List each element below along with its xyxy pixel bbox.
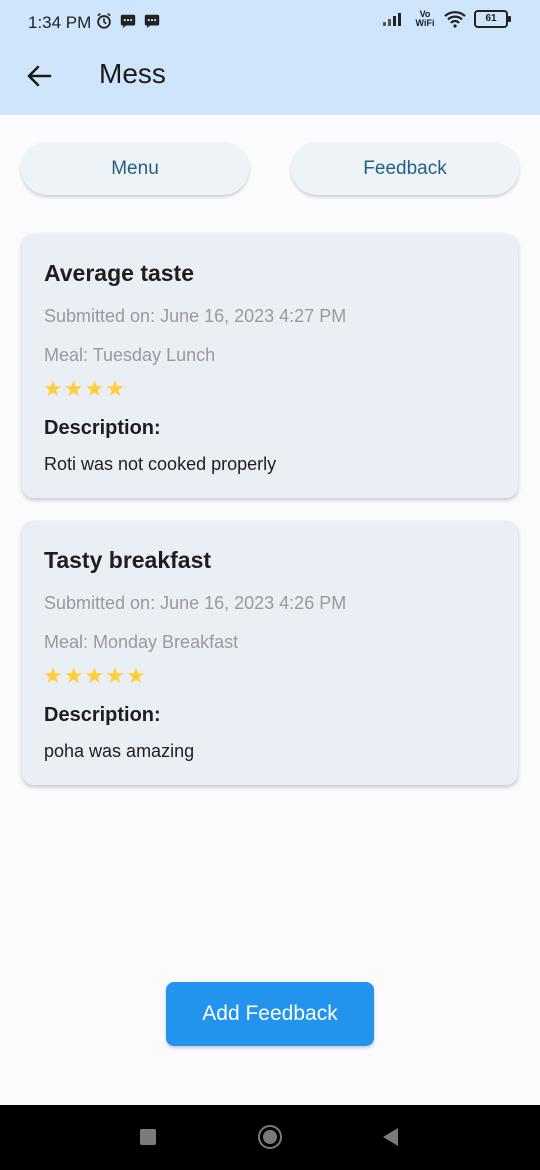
tab-feedback[interactable]: Feedback xyxy=(291,142,519,195)
description-text: poha was amazing xyxy=(44,741,195,761)
submitted-date: Submitted on: June 16, 2023 4:26 PM xyxy=(44,593,347,613)
signal-icon xyxy=(383,13,401,26)
feedback-title: Tasty breakfast xyxy=(44,547,212,573)
alarm-icon xyxy=(97,13,111,29)
star-icon: ★ xyxy=(105,376,125,401)
home-icon[interactable] xyxy=(258,1125,282,1149)
meal-label: Meal: Tuesday Lunch xyxy=(44,345,216,365)
star-icon: ★ xyxy=(125,663,146,688)
recents-icon[interactable] xyxy=(140,1129,156,1145)
star-rating: ★ ★ ★ ★ xyxy=(43,378,125,400)
description-label: Description: xyxy=(44,704,161,726)
vowifi-label: Vo WiFi xyxy=(415,9,435,28)
arrow-left-icon[interactable] xyxy=(24,61,54,91)
add-feedback-button[interactable]: Add Feedback xyxy=(166,982,374,1046)
star-rating: ★ ★ ★ ★ ★ xyxy=(43,665,146,687)
submitted-date: Submitted on: June 16, 2023 4:27 PM xyxy=(44,306,347,326)
description-label: Description: xyxy=(44,417,161,439)
star-icon: ★ xyxy=(84,376,105,401)
feedback-title: Average taste xyxy=(44,260,195,286)
feedback-card: Average taste Submitted on: June 16, 202… xyxy=(22,234,518,498)
meal-label: Meal: Monday Breakfast xyxy=(44,632,239,652)
star-icon: ★ xyxy=(43,663,63,688)
status-bar: 1:34 PM Vo WiFi 61 xyxy=(0,0,540,46)
battery-icon: 61 xyxy=(474,10,511,28)
star-icon: ★ xyxy=(84,663,105,688)
page-title: Mess xyxy=(99,58,166,89)
feedback-card: Tasty breakfast Submitted on: June 16, 2… xyxy=(22,521,518,785)
description-text: Roti was not cooked properly xyxy=(44,454,277,474)
status-time: 1:34 PM xyxy=(28,13,92,32)
wifi-icon xyxy=(444,11,466,28)
star-icon: ★ xyxy=(63,663,84,688)
star-icon: ★ xyxy=(105,663,125,688)
tab-menu[interactable]: Menu xyxy=(21,142,249,195)
message-icon xyxy=(120,14,136,29)
star-icon: ★ xyxy=(43,376,63,401)
back-nav-icon[interactable] xyxy=(383,1128,398,1146)
message-icon xyxy=(144,14,160,29)
star-icon: ★ xyxy=(63,376,84,401)
